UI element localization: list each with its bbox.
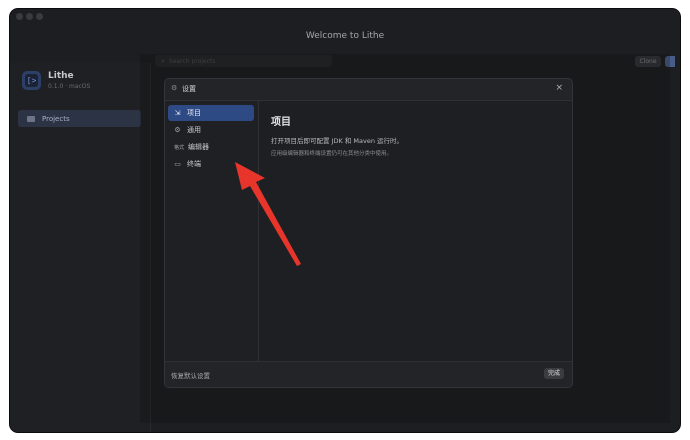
red-arrow-annotation (235, 162, 301, 266)
arrow-icon (235, 162, 301, 266)
